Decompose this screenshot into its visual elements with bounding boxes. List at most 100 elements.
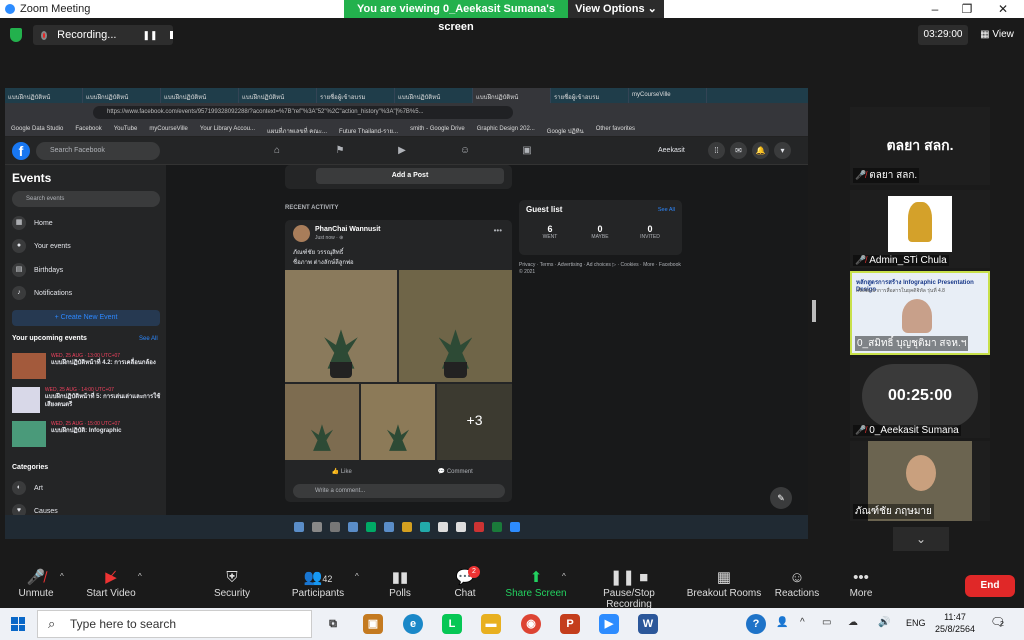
chat-button[interactable]: 💬 2 Chat [448, 566, 482, 599]
bookmark[interactable]: Future Thailand-ราย... [333, 122, 404, 136]
guest-see-all-link[interactable]: See All [658, 207, 675, 213]
category-art[interactable]: ◐ Art [12, 480, 160, 496]
facebook-logo-icon[interactable]: f [12, 142, 30, 160]
participant-tile[interactable]: ภัณฑ์ชัย ภฤษมาย [850, 441, 990, 521]
participant-tile[interactable]: ตลยา สลก. 🎤̸ ตลยา สลก. [850, 107, 990, 185]
sidebar-item-notifications[interactable]: ♪ Notifications [12, 285, 160, 301]
home-icon[interactable]: ⌂ [270, 145, 284, 157]
upcoming-event[interactable]: WED, 25 AUG · 13:00 UTC+07 แบบฝึกปฏิบัติห… [12, 353, 162, 379]
video-options-caret[interactable]: ^ [138, 572, 142, 581]
word-icon[interactable]: W [638, 614, 658, 634]
groups-icon[interactable]: ☺ [458, 145, 472, 157]
profile-name[interactable]: Aeekasit [658, 143, 685, 159]
bookmark[interactable]: Google ปฏิทิน [541, 122, 590, 136]
account-menu-icon[interactable]: ▾ [774, 142, 791, 159]
start-video-button[interactable]: ▶̸ Start Video [84, 568, 138, 599]
bookmark-other[interactable]: Other favorites [590, 122, 641, 136]
splitter-handle[interactable] [812, 300, 816, 322]
breakout-rooms-button[interactable]: ▦ Breakout Rooms [686, 568, 762, 599]
comment-button[interactable]: 💬 Comment [399, 465, 513, 479]
view-options-button[interactable]: View Options ⌄ [568, 0, 664, 18]
browser-tab-active[interactable]: แบบฝึกปฏิบัติหน้ [473, 88, 551, 103]
people-icon[interactable]: 👤 [776, 617, 788, 628]
tray-chevron-icon[interactable]: ^ [800, 617, 805, 628]
post-author[interactable]: PhanChai Wannusit [315, 226, 380, 233]
participant-tile[interactable]: 00:25:00 🎤̸ 0_Aeekasit Sumana [850, 358, 990, 438]
browser-tab[interactable]: แบบฝึกปฏิบัติหน้ [5, 88, 83, 103]
bookmark[interactable]: smith - Google Drive [404, 122, 471, 136]
participants-button[interactable]: 👥42 Participants [288, 568, 348, 599]
view-button[interactable]: ▦ View [975, 25, 1019, 45]
see-all-link[interactable]: See All [139, 336, 158, 342]
task-view-icon[interactable]: ⧉ [323, 614, 343, 634]
upcoming-event[interactable]: WED, 25 AUG · 15:00 UTC+07 แบบฝึกปฏิบัติ:… [12, 421, 162, 447]
participant-tile-active[interactable]: หลักสูตรการสร้าง Infographic Presentatio… [850, 271, 990, 355]
security-button[interactable]: ⛨ Security [208, 568, 256, 599]
browser-tab[interactable]: แบบฝึกปฏิบัติหน้ [395, 88, 473, 103]
taskbar-clock[interactable]: 11:47 25/8/2564 [930, 611, 980, 635]
line-icon[interactable]: L [442, 614, 462, 634]
browser-tab[interactable]: แบบฝึกปฏิบัติหน้ [83, 88, 161, 103]
store-icon[interactable]: ▣ [363, 614, 383, 634]
pause-stop-recording-button[interactable]: ❚❚ ■ Pause/Stop Recording [580, 568, 678, 610]
bookmark[interactable]: Your Library Accou... [194, 122, 261, 136]
notification-center-icon[interactable]: 🗨 2 [990, 615, 1005, 629]
bookmark[interactable]: myCourseVille [143, 122, 194, 136]
url-field[interactable]: https://www.facebook.com/events/95719932… [93, 106, 513, 119]
gaming-icon[interactable]: ▣ [520, 145, 534, 157]
post-photo-more[interactable]: +3 [437, 384, 512, 460]
stop-recording-icon[interactable] [169, 31, 173, 39]
polls-button[interactable]: ▮▮ Polls [382, 568, 418, 599]
flag-icon[interactable]: ⚑ [333, 145, 347, 157]
chevron-down-icon[interactable]: ⌄ [893, 527, 949, 551]
participants-options-caret[interactable]: ^ [355, 572, 359, 581]
edge-icon[interactable]: e [403, 614, 423, 634]
facebook-search-input[interactable]: Search Facebook [36, 142, 160, 160]
taskbar-search-input[interactable]: ⌕ Type here to search [37, 610, 312, 638]
powerpoint-icon[interactable]: P [560, 614, 580, 634]
participant-tile[interactable]: 🎤̸ Admin_STi Chula [850, 190, 990, 268]
minimize-button[interactable]: – [920, 0, 950, 18]
post-more-icon[interactable]: ••• [494, 226, 502, 235]
notifications-icon[interactable]: 🔔 [752, 142, 769, 159]
sidebar-item-birthdays[interactable]: ▤ Birthdays [12, 262, 160, 278]
comment-input[interactable]: Write a comment... [293, 484, 505, 498]
volume-icon[interactable]: 🔊 [878, 617, 890, 628]
edit-icon[interactable]: ✎ [770, 487, 792, 509]
messenger-icon[interactable]: ✉ [730, 142, 747, 159]
sidebar-item-your-events[interactable]: ● Your events [12, 238, 160, 254]
bookmark[interactable]: YouTube [108, 122, 144, 136]
browser-tab[interactable]: แบบฝึกปฏิบัติหน้ [239, 88, 317, 103]
like-button[interactable]: 👍 Like [285, 465, 399, 479]
share-options-caret[interactable]: ^ [562, 572, 566, 581]
create-event-button[interactable]: + Create New Event [12, 310, 160, 326]
file-explorer-icon[interactable]: ▬ [481, 614, 501, 634]
bookmark[interactable]: Graphic Design 202... [471, 122, 541, 136]
help-icon[interactable]: ? [746, 614, 766, 634]
browser-tab[interactable]: แบบฝึกปฏิบัติหน้ [161, 88, 239, 103]
menu-icon[interactable]: ⁞⁞ [708, 142, 725, 159]
share-screen-button[interactable]: ⬆ Share Screen [505, 568, 567, 599]
cloud-icon[interactable]: ☁ [848, 617, 858, 628]
add-post-button[interactable]: Add a Post [316, 168, 504, 184]
events-search-input[interactable]: Search events [12, 191, 160, 207]
video-icon[interactable]: ▶ [395, 145, 409, 157]
audio-options-caret[interactable]: ^ [60, 572, 64, 581]
post-photo[interactable] [361, 384, 435, 460]
close-button[interactable]: ✕ [988, 0, 1018, 18]
chrome-icon[interactable]: ◉ [521, 614, 541, 634]
network-icon[interactable]: ▭ [822, 617, 831, 628]
end-meeting-button[interactable]: End [965, 575, 1015, 597]
browser-tab[interactable]: รายชื่อผู้เข้าอบรม [317, 88, 395, 103]
post-photo[interactable] [285, 384, 359, 460]
post-photo[interactable] [399, 270, 512, 382]
reactions-button[interactable]: ☺ Reactions [772, 568, 822, 599]
post-photo[interactable] [285, 270, 397, 382]
start-button[interactable] [0, 608, 36, 640]
unmute-button[interactable]: 🎤̸ Unmute [14, 568, 58, 599]
bookmark[interactable]: Google Data Studio [5, 122, 69, 136]
more-button[interactable]: ••• More [846, 568, 876, 599]
maximize-button[interactable]: ❐ [952, 0, 982, 18]
bookmark[interactable]: Facebook [69, 122, 107, 136]
sidebar-item-home[interactable]: ▦ Home [12, 215, 160, 231]
